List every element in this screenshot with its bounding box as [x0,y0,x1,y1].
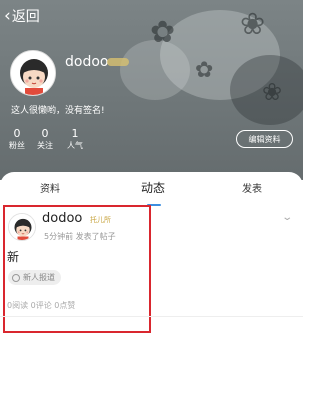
profile-username: dodoo [65,54,109,70]
flower-decoration-icon: ❀ [240,7,266,42]
chevron-down-icon[interactable]: ⌄ [281,212,293,223]
stat-popularity[interactable]: 1 人气 [64,127,86,151]
flower-decoration-icon: ❀ [262,78,283,106]
post-stats: 0阅读 0评论 0点赞 [7,301,76,310]
post-author-level: 托儿所 [90,216,111,224]
avatar-girl-icon [11,51,55,95]
post-meta: 5分钟前 发表了帖子 [44,232,116,241]
stat-label: 关注 [37,141,53,150]
post-author-name[interactable]: dodoo [42,211,82,226]
post-tag[interactable]: 新人报道 [8,270,61,285]
stat-label: 人气 [67,141,83,150]
flower-decoration-icon: ✿ [195,58,214,83]
post-author-avatar[interactable] [8,213,36,241]
edit-profile-button[interactable]: 编辑资料 [236,130,293,148]
stat-value: 1 [71,127,79,140]
stat-followers[interactable]: 0 粉丝 [6,127,28,151]
tab-bar: 资料 动态 发表 [0,179,303,206]
profile-signature: 这人很懒哟，没有签名! [11,106,105,116]
tag-icon [12,273,20,282]
stat-label: 粉丝 [9,141,25,150]
avatar[interactable] [10,50,56,96]
profile-screen: ✿ ❀ ✿ ❀ ‹ 返回 dodoo 这人很懒哟，没有签名! 0 粉丝 0 关注… [0,0,303,401]
vip-badge [107,58,129,66]
divider [0,316,303,317]
post-content[interactable]: 新 [7,248,19,265]
flower-decoration-icon: ✿ [150,15,176,50]
tab-posts[interactable]: 发表 [242,180,262,195]
stat-following[interactable]: 0 关注 [34,127,56,151]
tab-activity[interactable]: 动态 [141,179,165,196]
tab-profile[interactable]: 资料 [40,180,60,195]
post-tag-label: 新人报道 [23,273,55,282]
back-label: 返回 [11,9,40,25]
stat-value: 0 [13,127,21,140]
profile-header-background: ✿ ❀ ✿ ❀ ‹ 返回 dodoo 这人很懒哟，没有签名! 0 粉丝 0 关注… [0,0,303,180]
stat-value: 0 [41,127,49,140]
back-button[interactable]: ‹ 返回 [4,6,40,26]
chevron-left-icon: ‹ [4,5,11,26]
